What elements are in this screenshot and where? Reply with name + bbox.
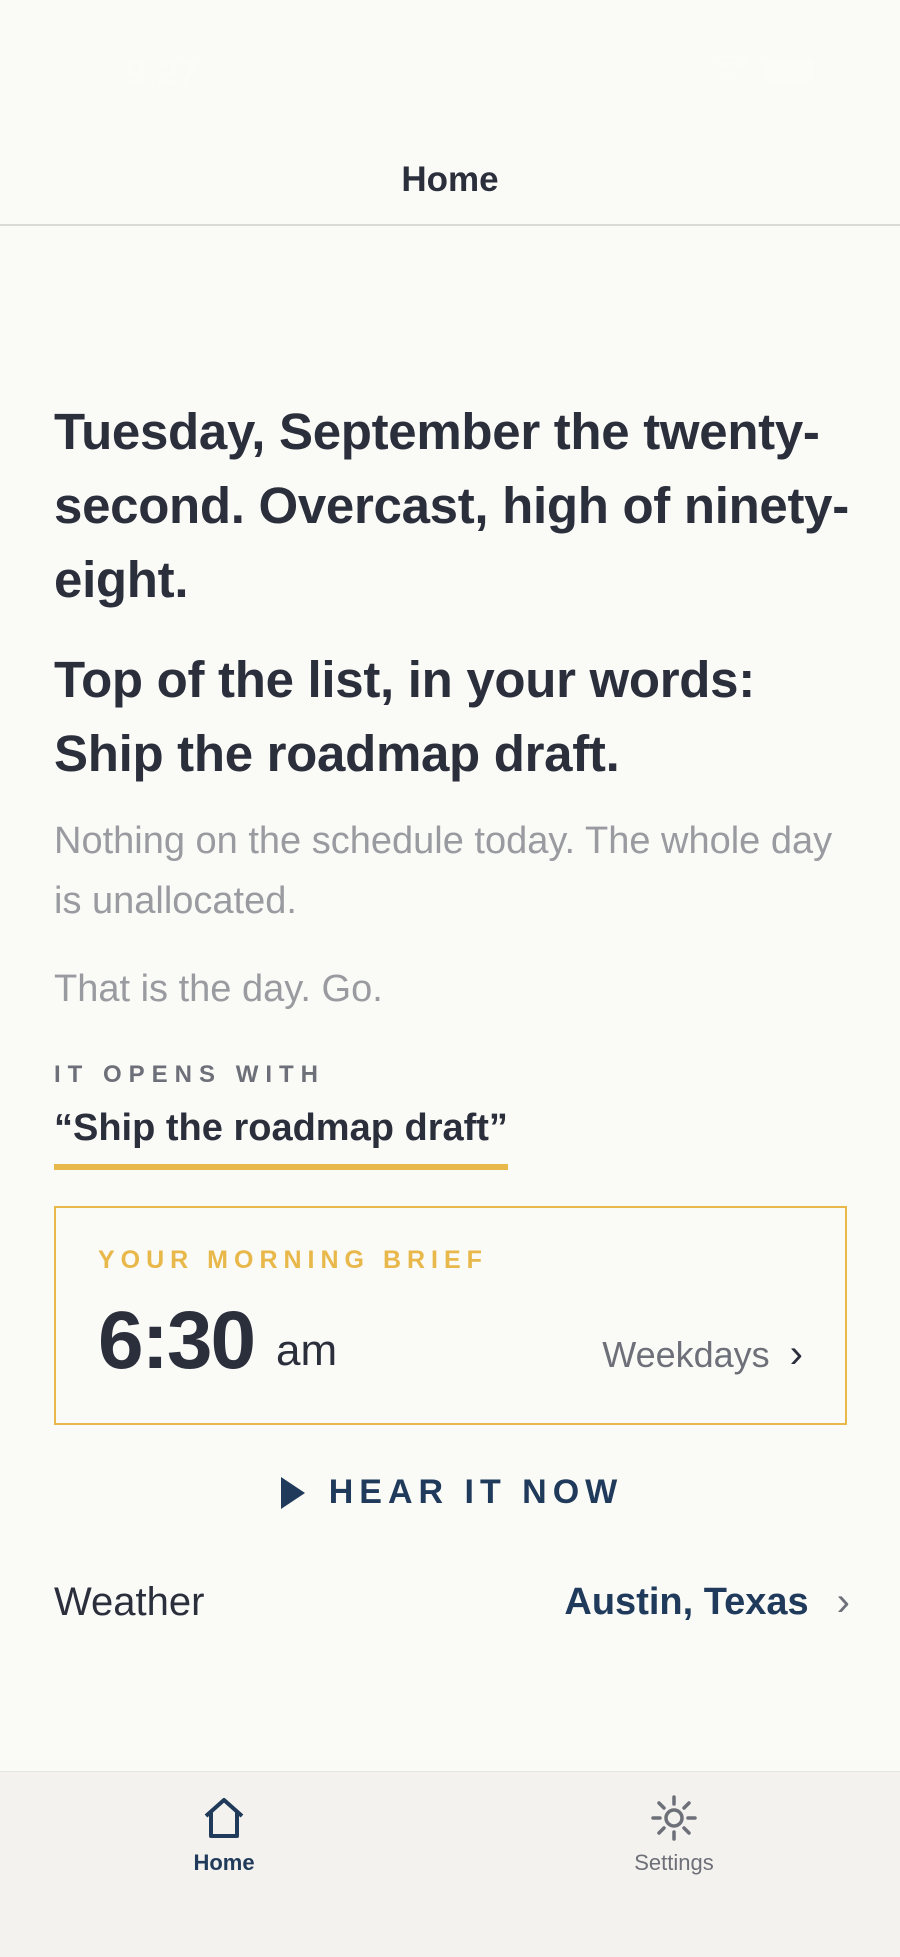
morning-brief-card[interactable]: YOUR MORNING BRIEF 6:30 am Weekdays › xyxy=(54,1206,847,1425)
chevron-right-icon: › xyxy=(836,1580,850,1624)
brief-time: 6:30 xyxy=(98,1295,256,1386)
play-icon xyxy=(280,1476,305,1509)
schedule-note: Nothing on the schedule today. The whole… xyxy=(54,820,833,922)
weather-row[interactable]: Weather Austin, Texas › xyxy=(54,1580,850,1625)
opens-with-quote[interactable]: “Ship the roadmap draft” xyxy=(54,1107,508,1170)
daily-summary: Tuesday, September the twenty-second. Ov… xyxy=(54,395,850,1625)
brief-repeat[interactable]: Weekdays › xyxy=(602,1332,803,1377)
battery-icon xyxy=(764,58,814,82)
tab-home[interactable]: Home xyxy=(124,1794,324,1876)
home-screen: 9:27 Home Tuesday, September the twenty-… xyxy=(0,0,900,1957)
navigation-bar: Home xyxy=(0,150,900,226)
date-weather-headline: Tuesday, September the twenty-second. Ov… xyxy=(54,403,849,608)
weather-label: Weather xyxy=(54,1580,205,1624)
top-task-headline: Top of the list, in your words: Ship the… xyxy=(54,651,755,782)
hear-it-now-label: HEAR IT NOW xyxy=(328,1473,624,1511)
weather-value: Austin, Texas › xyxy=(564,1580,850,1625)
tab-settings[interactable]: Settings xyxy=(574,1794,774,1876)
page-title: Home xyxy=(401,160,499,199)
gear-icon xyxy=(651,1795,697,1841)
tab-bar: Home Settings xyxy=(0,1771,900,1957)
hear-it-now-button[interactable]: HEAR IT NOW xyxy=(54,1473,850,1512)
closing-note: That is the day. Go. xyxy=(54,968,383,1010)
status-bar: 9:27 xyxy=(0,0,900,150)
tab-settings-label: Settings xyxy=(634,1850,714,1875)
opens-with-label: IT OPENS WITH xyxy=(54,1061,325,1088)
weather-city: Austin, Texas xyxy=(564,1581,809,1623)
morning-brief-label: YOUR MORNING BRIEF xyxy=(98,1246,488,1274)
chevron-right-icon: › xyxy=(789,1332,803,1376)
status-time: 9:27 xyxy=(126,52,199,93)
brief-repeat-value: Weekdays xyxy=(602,1333,770,1375)
tab-home-label: Home xyxy=(193,1850,255,1875)
home-icon xyxy=(204,1798,244,1838)
status-icons xyxy=(710,52,814,84)
wifi-icon xyxy=(710,52,750,84)
brief-ampm: am xyxy=(276,1326,338,1375)
